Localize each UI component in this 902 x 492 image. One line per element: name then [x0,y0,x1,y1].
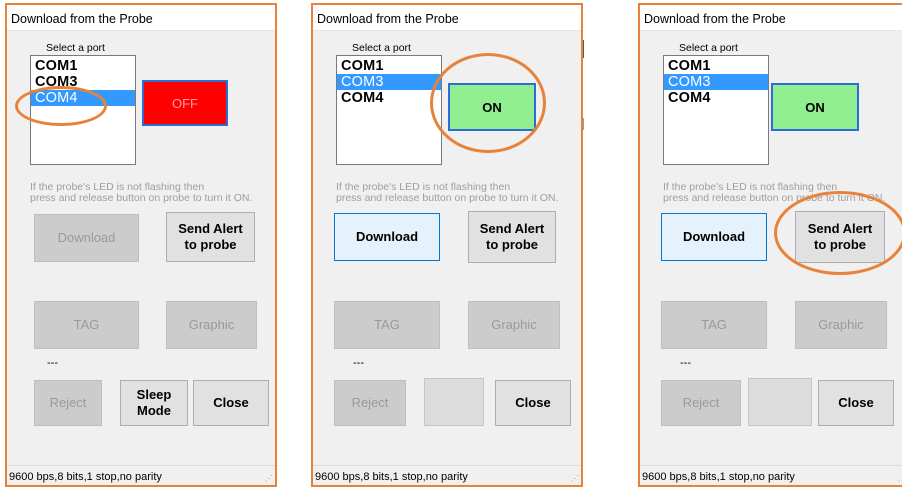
close-button[interactable]: Close [818,380,894,426]
port-label: Select a port [352,42,411,54]
send-alert-button[interactable]: Send Alert to probe [795,211,885,263]
sleep-mode-button-blank[interactable] [424,378,484,426]
reject-button[interactable]: Reject [661,380,741,426]
port-item-com3[interactable]: COM3 [337,74,441,90]
dots-text: --- [47,357,58,369]
send-alert-label-1: Send Alert [178,221,243,236]
send-alert-label-2: to probe [486,237,538,252]
send-alert-button[interactable]: Send Alert to probe [166,212,255,262]
led-hint-text: If the probe's LED is not flashing then … [663,182,902,204]
led-hint-text: If the probe's LED is not flashing then … [30,182,280,204]
download-button[interactable]: Download [34,214,139,262]
resize-grip-icon[interactable]: ⋰ [265,474,273,483]
status-text: 9600 bps,8 bits,1 stop,no parity [9,471,162,483]
port-label: Select a port [679,42,738,54]
sleep-label-2: Mode [137,403,171,418]
send-alert-label-1: Send Alert [807,221,873,236]
probe-window-2: Download from the Probe Select a port CO… [311,3,583,487]
close-button[interactable]: Close [495,380,571,426]
close-button[interactable]: Close [193,380,269,426]
led-hint-text: If the probe's LED is not flashing then … [336,182,586,204]
port-item-com4[interactable]: COM4 [664,90,768,106]
probe-window-3: Download from the Probe Select a port CO… [638,3,902,487]
graphic-button[interactable]: Graphic [795,301,887,349]
window-title: Download from the Probe [7,5,275,31]
port-listbox[interactable]: COM1 COM3 COM4 [30,55,136,165]
led-status-button[interactable]: OFF [142,80,228,126]
resize-grip-icon[interactable]: ⋰ [571,474,579,483]
port-item-com1[interactable]: COM1 [337,58,441,74]
status-bar: 9600 bps,8 bits,1 stop,no parity ⋰ [640,465,902,485]
reject-button[interactable]: Reject [334,380,406,426]
hint-line-2: press and release button on probe to tur… [663,192,886,204]
hint-line-2: press and release button on probe to tur… [30,192,253,204]
sleep-mode-button[interactable]: Sleep Mode [120,380,188,426]
window-edge [583,118,584,130]
graphic-button[interactable]: Graphic [468,301,560,349]
port-item-com4[interactable]: COM4 [337,90,441,106]
resize-grip-icon[interactable]: ⋰ [898,474,902,483]
port-label: Select a port [46,42,105,54]
window-title: Download from the Probe [313,5,581,31]
hint-line-2: press and release button on probe to tur… [336,192,559,204]
sleep-mode-button-blank[interactable] [748,378,812,426]
led-status-button[interactable]: ON [448,83,536,131]
port-item-com1[interactable]: COM1 [31,58,135,74]
tag-button[interactable]: TAG [34,301,139,349]
download-button[interactable]: Download [334,213,440,261]
dots-text: --- [353,357,364,369]
probe-window-1: Download from the Probe Select a port CO… [5,3,277,487]
send-alert-label-1: Send Alert [479,221,545,236]
graphic-button[interactable]: Graphic [166,301,257,349]
status-text: 9600 bps,8 bits,1 stop,no parity [315,471,468,483]
tag-button[interactable]: TAG [334,301,440,349]
reject-button[interactable]: Reject [34,380,102,426]
window-edge [583,40,584,58]
send-alert-button[interactable]: Send Alert to probe [468,211,556,263]
status-bar: 9600 bps,8 bits,1 stop,no parity ⋰ [313,465,581,485]
led-status-button[interactable]: ON [771,83,859,131]
port-item-com3[interactable]: COM3 [664,74,768,90]
port-listbox[interactable]: COM1 COM3 COM4 [663,55,769,165]
send-alert-label-2: to probe [184,237,237,252]
port-listbox[interactable]: COM1 COM3 COM4 [336,55,442,165]
download-button[interactable]: Download [661,213,767,261]
tag-button[interactable]: TAG [661,301,767,349]
port-item-com1[interactable]: COM1 [664,58,768,74]
status-bar: 9600 bps,8 bits,1 stop,no parity ⋰ [7,465,275,485]
port-item-com4[interactable]: COM4 [31,90,135,106]
sleep-label-1: Sleep [136,387,172,402]
send-alert-label-2: to probe [814,237,866,252]
port-item-com3[interactable]: COM3 [31,74,135,90]
window-title: Download from the Probe [640,5,902,31]
dots-text: --- [680,357,691,369]
status-text: 9600 bps,8 bits,1 stop,no parity [642,471,795,483]
